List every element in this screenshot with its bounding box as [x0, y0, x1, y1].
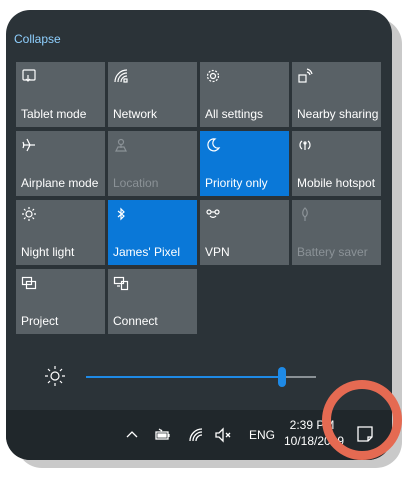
chevron-up-icon[interactable] [123, 426, 141, 444]
tile-label: Night light [21, 245, 75, 259]
tile-airplane-mode[interactable]: Airplane mode [16, 131, 105, 196]
tile-connect[interactable]: Connect [108, 269, 197, 334]
tile-label: Airplane mode [21, 176, 99, 190]
brightness-slider[interactable] [86, 367, 316, 387]
brightness-thumb[interactable] [277, 367, 286, 387]
tile-label: Location [113, 176, 159, 190]
battery-saver-icon [297, 206, 313, 222]
language-indicator[interactable]: ENG [249, 428, 275, 442]
night-light-icon [21, 206, 37, 222]
brightness-icon [44, 365, 66, 387]
quick-actions-grid: Tablet mode Network All settings Nearby … [16, 62, 381, 334]
project-icon [21, 275, 37, 291]
collapse-link[interactable]: Collapse [14, 32, 61, 46]
tile-network[interactable]: Network [108, 62, 197, 127]
tile-night-light[interactable]: Night light [16, 200, 105, 265]
tile-nearby-sharing[interactable]: Nearby sharing [292, 62, 381, 127]
tile-priority-only[interactable]: Priority only [200, 131, 289, 196]
tile-label: Mobile hotspot [297, 176, 376, 190]
wifi-icon[interactable] [187, 426, 205, 444]
tablet-mode-icon [21, 68, 37, 84]
connect-icon [113, 275, 129, 291]
tile-label: Project [21, 314, 59, 328]
mobile-hotspot-icon [297, 137, 313, 153]
tile-all-settings[interactable]: All settings [200, 62, 289, 127]
volume-muted-icon[interactable] [214, 426, 232, 444]
tile-bluetooth-device[interactable]: James' Pixel [108, 200, 197, 265]
tile-label: Priority only [205, 176, 268, 190]
tile-tablet-mode[interactable]: Tablet mode [16, 62, 105, 127]
airplane-icon [21, 137, 37, 153]
tile-mobile-hotspot[interactable]: Mobile hotspot [292, 131, 381, 196]
network-icon [113, 68, 129, 84]
tile-location[interactable]: Location [108, 131, 197, 196]
gear-icon [205, 68, 221, 84]
tile-vpn[interactable]: VPN [200, 200, 289, 265]
tile-label: VPN [205, 245, 230, 259]
tile-battery-saver[interactable]: Battery saver [292, 200, 381, 265]
bluetooth-icon [113, 206, 129, 222]
tile-label: Battery saver [297, 245, 368, 259]
location-icon [113, 137, 129, 153]
battery-icon[interactable] [154, 426, 172, 444]
brightness-fill [86, 376, 282, 378]
tile-label: Nearby sharing [297, 107, 379, 121]
tile-label: Connect [113, 314, 158, 328]
tile-label: Network [113, 107, 158, 121]
vpn-icon [205, 206, 221, 222]
moon-icon [205, 137, 221, 153]
tile-label: James' Pixel [113, 245, 180, 259]
tile-project[interactable]: Project [16, 269, 105, 334]
tile-label: Tablet mode [21, 107, 87, 121]
highlight-circle [322, 380, 402, 460]
nearby-sharing-icon [297, 68, 313, 84]
tile-label: All settings [205, 107, 264, 121]
